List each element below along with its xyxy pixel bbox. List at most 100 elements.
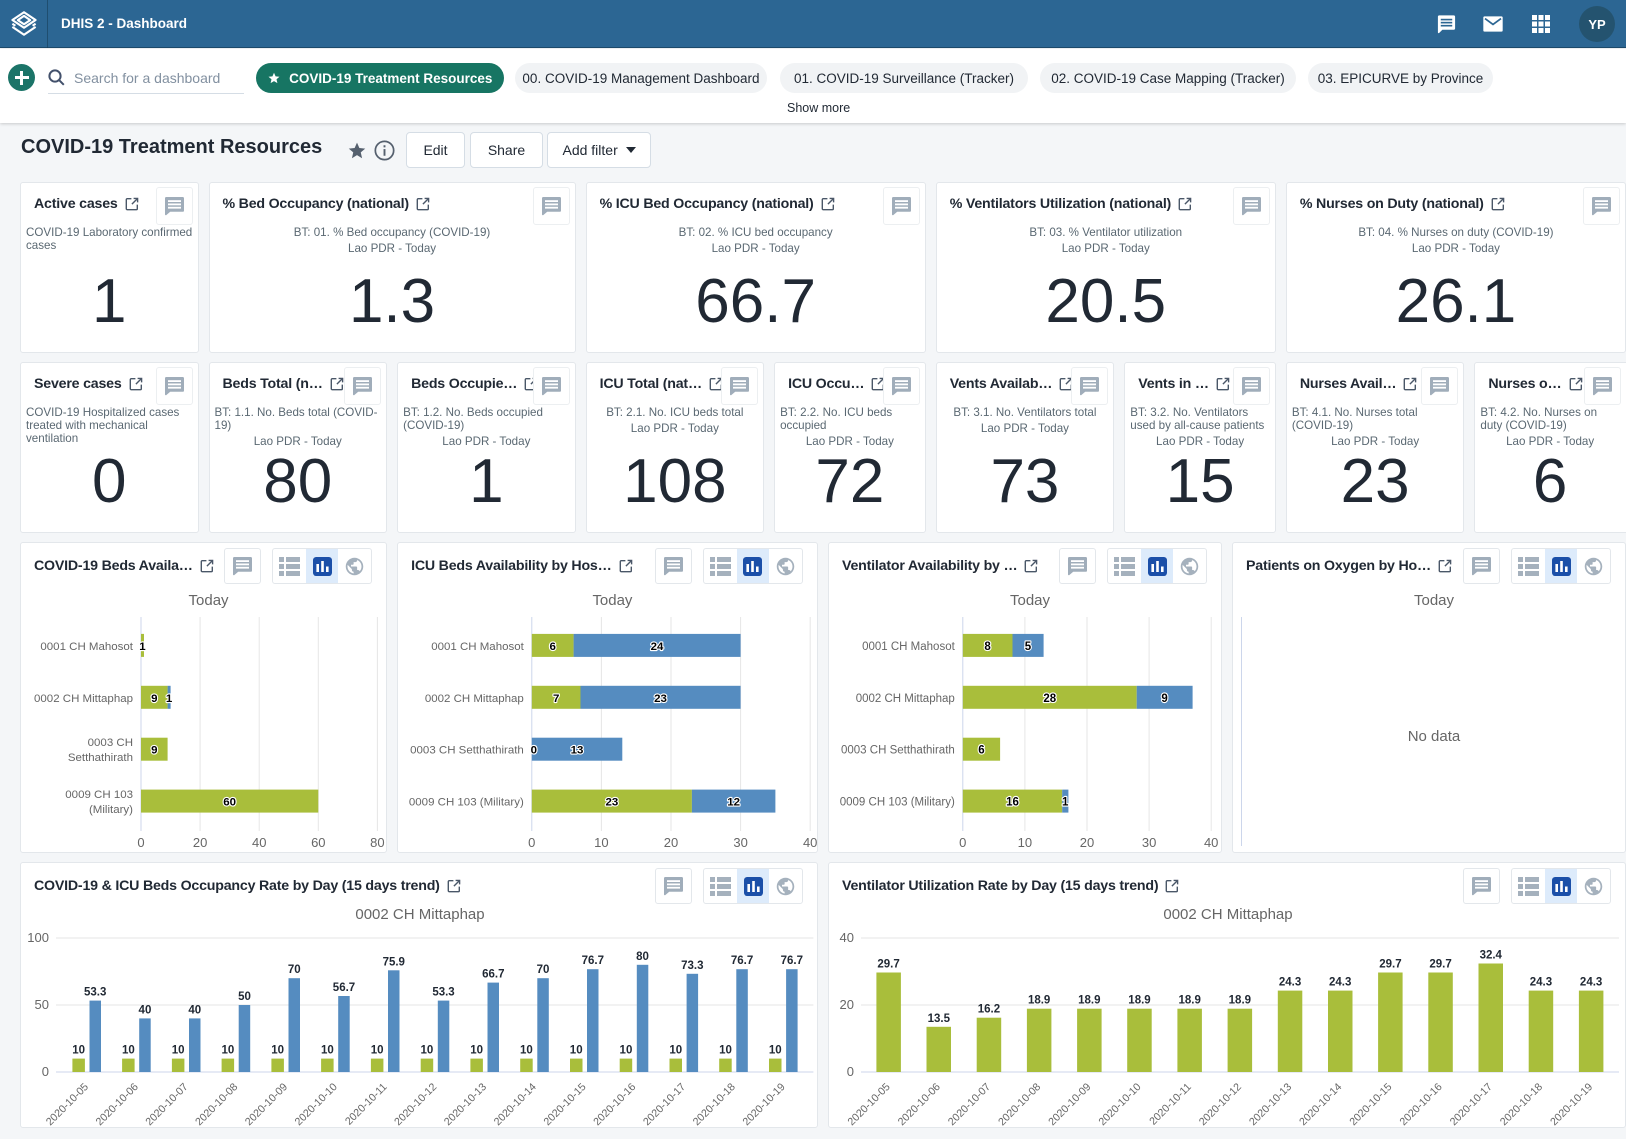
svg-text:76.7: 76.7: [731, 955, 753, 967]
svg-text:53.3: 53.3: [432, 987, 454, 999]
svg-text:0001 CH Mahosot: 0001 CH Mahosot: [862, 641, 955, 653]
svg-text:24.3: 24.3: [1530, 977, 1552, 989]
svg-text:9: 9: [1161, 693, 1167, 705]
svg-text:80: 80: [636, 951, 649, 963]
svg-text:18.9: 18.9: [1178, 995, 1200, 1007]
svg-text:24.3: 24.3: [1580, 977, 1602, 989]
svg-text:8: 8: [984, 641, 991, 653]
svg-text:10: 10: [221, 1045, 234, 1057]
svg-text:0002 CH Mittaphap: 0002 CH Mittaphap: [355, 906, 484, 923]
svg-text:2020-10-12: 2020-10-12: [1197, 1081, 1244, 1128]
svg-text:18.9: 18.9: [1028, 995, 1050, 1007]
svg-text:60: 60: [223, 797, 236, 809]
svg-text:0003 CH Setthathirath: 0003 CH Setthathirath: [841, 745, 955, 757]
svg-text:6: 6: [978, 745, 984, 757]
svg-text:56.7: 56.7: [333, 982, 355, 994]
svg-text:73.3: 73.3: [681, 960, 703, 972]
svg-text:10: 10: [122, 1045, 135, 1057]
svg-text:2020-10-11: 2020-10-11: [343, 1081, 390, 1128]
svg-text:10: 10: [72, 1045, 85, 1057]
svg-text:10: 10: [172, 1045, 185, 1057]
svg-text:40: 40: [1204, 835, 1218, 850]
svg-text:2020-10-09: 2020-10-09: [243, 1081, 290, 1128]
svg-text:2020-10-17: 2020-10-17: [641, 1081, 688, 1128]
svg-text:1: 1: [1062, 797, 1069, 809]
svg-text:2020-10-14: 2020-10-14: [1297, 1081, 1344, 1128]
svg-text:2020-10-06: 2020-10-06: [94, 1081, 141, 1128]
svg-text:10: 10: [520, 1045, 533, 1057]
svg-text:(Military): (Military): [89, 804, 133, 816]
svg-text:23: 23: [606, 797, 619, 809]
svg-text:2020-10-19: 2020-10-19: [741, 1081, 788, 1128]
svg-text:Today: Today: [189, 592, 229, 609]
svg-text:29.7: 29.7: [1429, 959, 1451, 971]
svg-text:13: 13: [571, 745, 584, 757]
svg-text:10: 10: [271, 1045, 284, 1057]
svg-text:0009 CH 103 (Military): 0009 CH 103 (Military): [409, 797, 524, 809]
svg-text:0001 CH Mahosot: 0001 CH Mahosot: [40, 641, 133, 653]
svg-text:23: 23: [654, 693, 667, 705]
svg-text:70: 70: [537, 964, 550, 976]
svg-text:76.7: 76.7: [781, 955, 803, 967]
svg-text:18.9: 18.9: [1078, 995, 1100, 1007]
svg-text:2020-10-12: 2020-10-12: [392, 1081, 439, 1128]
svg-text:2020-10-07: 2020-10-07: [143, 1081, 190, 1128]
svg-text:12: 12: [727, 797, 740, 809]
svg-text:2020-10-17: 2020-10-17: [1448, 1081, 1495, 1128]
svg-text:10: 10: [719, 1045, 732, 1057]
svg-text:40: 40: [840, 930, 854, 945]
svg-text:5: 5: [1025, 641, 1032, 653]
svg-text:40: 40: [139, 1004, 152, 1016]
svg-text:10: 10: [371, 1045, 384, 1057]
svg-text:32.4: 32.4: [1480, 949, 1503, 961]
svg-text:2020-10-06: 2020-10-06: [896, 1081, 943, 1128]
svg-text:2020-10-08: 2020-10-08: [193, 1081, 240, 1128]
svg-text:20: 20: [840, 997, 854, 1012]
svg-text:50: 50: [35, 997, 49, 1012]
svg-text:7: 7: [553, 693, 559, 705]
svg-text:20: 20: [664, 835, 678, 850]
svg-text:No data: No data: [1408, 728, 1461, 745]
svg-text:0: 0: [137, 835, 144, 850]
svg-text:100: 100: [27, 930, 49, 945]
svg-text:2020-10-16: 2020-10-16: [1398, 1081, 1445, 1128]
svg-text:0009 CH 103 (Military): 0009 CH 103 (Military): [840, 797, 955, 809]
svg-text:10: 10: [421, 1045, 434, 1057]
svg-text:53.3: 53.3: [84, 987, 106, 999]
svg-text:2020-10-05: 2020-10-05: [44, 1081, 91, 1128]
svg-text:24.3: 24.3: [1329, 977, 1351, 989]
svg-text:0003 CH: 0003 CH: [88, 737, 133, 749]
svg-text:Today: Today: [1010, 592, 1051, 609]
svg-text:2020-10-10: 2020-10-10: [293, 1081, 340, 1128]
svg-text:18.9: 18.9: [1229, 995, 1251, 1007]
svg-text:0: 0: [847, 1064, 854, 1079]
svg-text:2020-10-11: 2020-10-11: [1147, 1081, 1194, 1128]
svg-text:10: 10: [620, 1045, 633, 1057]
svg-text:Setthathirath: Setthathirath: [68, 752, 133, 764]
svg-text:0009 CH 103: 0009 CH 103: [65, 789, 133, 801]
svg-text:66.7: 66.7: [482, 969, 504, 981]
svg-text:16: 16: [1006, 797, 1019, 809]
svg-text:2020-10-15: 2020-10-15: [541, 1081, 588, 1128]
svg-text:10: 10: [321, 1045, 334, 1057]
svg-text:50: 50: [238, 991, 251, 1003]
svg-text:20: 20: [193, 835, 207, 850]
svg-text:0: 0: [531, 745, 537, 757]
svg-text:0003 CH Setthathirath: 0003 CH Setthathirath: [410, 745, 524, 757]
svg-text:10: 10: [570, 1045, 583, 1057]
svg-text:2020-10-10: 2020-10-10: [1096, 1081, 1143, 1128]
svg-text:60: 60: [311, 835, 325, 850]
svg-text:10: 10: [594, 835, 608, 850]
svg-text:2020-10-14: 2020-10-14: [492, 1081, 539, 1128]
svg-text:1: 1: [166, 693, 173, 705]
svg-text:9: 9: [151, 745, 157, 757]
svg-text:1: 1: [139, 641, 146, 653]
svg-text:Today: Today: [1414, 592, 1455, 609]
svg-text:10: 10: [669, 1045, 682, 1057]
svg-text:18.9: 18.9: [1128, 995, 1150, 1007]
svg-text:0001 CH Mahosot: 0001 CH Mahosot: [431, 641, 524, 653]
svg-text:2020-10-08: 2020-10-08: [996, 1081, 1043, 1128]
svg-text:75.9: 75.9: [383, 956, 405, 968]
svg-text:2020-10-13: 2020-10-13: [1247, 1081, 1294, 1128]
svg-text:29.7: 29.7: [1379, 959, 1401, 971]
